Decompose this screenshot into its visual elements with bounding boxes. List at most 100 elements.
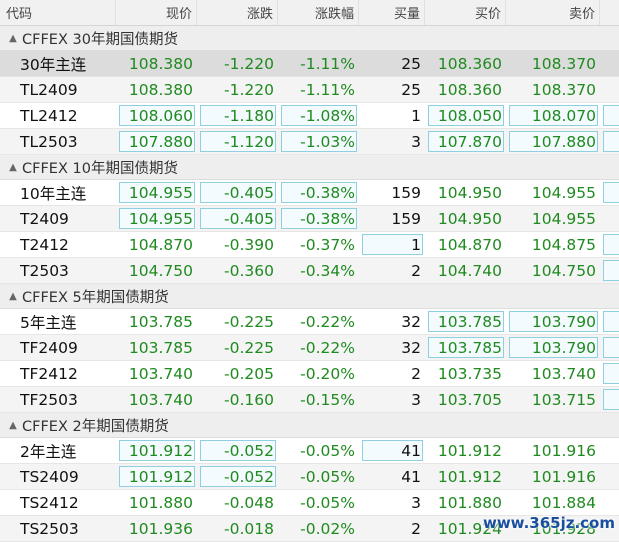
price-cell: 101.880 xyxy=(128,493,193,512)
change-pct-cell: -1.11% xyxy=(300,80,355,99)
change-cell: -0.052 xyxy=(224,441,274,460)
change-pct-cell: -0.38% xyxy=(300,183,355,202)
code-cell: TL2503 xyxy=(20,132,78,151)
flash-highlight xyxy=(603,234,619,255)
code-cell: TS2503 xyxy=(20,519,79,538)
group-title: CFFEX 5年期国债期货 xyxy=(22,289,169,306)
ask-cell: 104.955 xyxy=(531,183,596,202)
bid-vol-cell: 2 xyxy=(411,519,421,538)
change-cell: -0.225 xyxy=(224,338,274,357)
bid-vol-cell: 32 xyxy=(401,338,421,357)
col-header-change[interactable]: 涨跌 xyxy=(197,0,278,25)
table-row[interactable]: 2年主连 101.912 -0.052 -0.05% 41 101.912 101.916 xyxy=(0,438,619,464)
table-row[interactable]: 30年主连 108.380 -1.220 -1.11% 25 108.360 108.370 xyxy=(0,51,619,77)
table-row[interactable]: T2412 104.870 -0.390 -0.37% 1 104.870 104.875 xyxy=(0,232,619,258)
col-header-bid[interactable]: 买价 xyxy=(425,0,506,25)
price-cell: 108.380 xyxy=(128,80,193,99)
table-header: 代码 现价 涨跌 涨跌幅 买量 买价 卖价 xyxy=(0,0,619,26)
bid-cell: 104.950 xyxy=(437,183,502,202)
table-row[interactable]: TL2412 108.060 -1.180 -1.08% 1 108.050 108.070 xyxy=(0,103,619,129)
price-cell: 103.740 xyxy=(128,364,193,383)
ask-cell: 103.715 xyxy=(531,390,596,409)
bid-vol-cell: 41 xyxy=(401,467,421,486)
collapse-chevron-icon[interactable]: ▲ xyxy=(4,33,22,44)
table-row[interactable]: TL2503 107.880 -1.120 -1.03% 3 107.870 107.880 xyxy=(0,129,619,155)
col-header-code[interactable]: 代码 xyxy=(0,0,116,25)
table-row[interactable]: TS2412 101.880 -0.048 -0.05% 3 101.880 101.884 xyxy=(0,490,619,516)
bid-cell: 103.705 xyxy=(437,390,502,409)
col-header-price[interactable]: 现价 xyxy=(116,0,197,25)
table-body: ▲ CFFEX 30年期国债期货 30年主连 108.380 -1.220 -1.11% 2… xyxy=(0,26,619,542)
change-pct-cell: -0.05% xyxy=(300,441,355,460)
group-header[interactable]: ▲ CFFEX 2年期国债期货 xyxy=(0,413,619,438)
ask-cell: 104.955 xyxy=(531,209,596,228)
bid-vol-cell: 1 xyxy=(411,106,421,125)
ask-cell: 103.790 xyxy=(531,338,596,357)
bid-cell: 101.880 xyxy=(437,493,502,512)
table-row[interactable]: T2409 104.955 -0.405 -0.38% 159 104.950 104.95… xyxy=(0,206,619,232)
col-header-ask[interactable]: 卖价 xyxy=(506,0,600,25)
price-cell: 107.880 xyxy=(128,132,193,151)
bid-cell: 108.360 xyxy=(437,80,502,99)
ask-cell: 104.875 xyxy=(531,235,596,254)
change-pct-cell: -1.08% xyxy=(300,106,355,125)
collapse-chevron-icon[interactable]: ▲ xyxy=(4,291,22,302)
quote-table: 代码 现价 涨跌 涨跌幅 买量 买价 卖价 ▲ CFFEX 30年期国债期货 30年… xyxy=(0,0,619,542)
table-row[interactable]: TS2409 101.912 -0.052 -0.05% 41 101.912 101.91… xyxy=(0,464,619,490)
change-pct-cell: -1.11% xyxy=(300,54,355,73)
ask-cell: 108.370 xyxy=(531,54,596,73)
code-cell: T2503 xyxy=(20,261,69,280)
col-header-change-pct[interactable]: 涨跌幅 xyxy=(278,0,359,25)
change-pct-cell: -0.05% xyxy=(300,493,355,512)
change-cell: -0.225 xyxy=(224,312,274,331)
flash-highlight xyxy=(603,337,619,358)
table-row[interactable]: 5年主连 103.785 -0.225 -0.22% 32 103.785 103.790 xyxy=(0,309,619,335)
change-pct-cell: -0.34% xyxy=(300,261,355,280)
code-cell: T2412 xyxy=(20,235,69,254)
table-row[interactable]: TF2412 103.740 -0.205 -0.20% 2 103.735 103.740 xyxy=(0,361,619,387)
price-cell: 103.785 xyxy=(128,312,193,331)
flash-highlight xyxy=(603,105,619,126)
table-row[interactable]: TL2409 108.380 -1.220 -1.11% 25 108.360 108.37… xyxy=(0,77,619,103)
group-header[interactable]: ▲ CFFEX 5年期国债期货 xyxy=(0,284,619,309)
price-cell: 103.785 xyxy=(128,338,193,357)
change-cell: -1.180 xyxy=(224,106,274,125)
code-cell: TF2409 xyxy=(20,338,78,357)
bid-vol-cell: 25 xyxy=(401,80,421,99)
ask-cell: 101.916 xyxy=(531,441,596,460)
collapse-chevron-icon[interactable]: ▲ xyxy=(4,162,22,173)
col-header-bid-vol[interactable]: 买量 xyxy=(359,0,425,25)
table-row[interactable]: TF2503 103.740 -0.160 -0.15% 3 103.705 103.715 xyxy=(0,387,619,413)
price-cell: 104.750 xyxy=(128,261,193,280)
table-row[interactable]: T2503 104.750 -0.360 -0.34% 2 104.740 104.750 xyxy=(0,258,619,284)
ask-cell: 108.370 xyxy=(531,80,596,99)
bid-vol-cell: 159 xyxy=(391,209,421,228)
code-cell: 5年主连 xyxy=(20,313,77,332)
ask-cell: 103.740 xyxy=(531,364,596,383)
bid-cell: 104.740 xyxy=(437,261,502,280)
table-row[interactable]: 10年主连 104.955 -0.405 -0.38% 159 104.950 104.95… xyxy=(0,180,619,206)
price-cell: 108.060 xyxy=(128,106,193,125)
code-cell: TF2412 xyxy=(20,364,78,383)
change-pct-cell: -0.22% xyxy=(300,312,355,331)
flash-highlight xyxy=(603,389,619,410)
bid-cell: 104.950 xyxy=(437,209,502,228)
ask-cell: 103.790 xyxy=(531,312,596,331)
collapse-chevron-icon[interactable]: ▲ xyxy=(4,420,22,431)
group-header[interactable]: ▲ CFFEX 10年期国债期货 xyxy=(0,155,619,180)
code-cell: TL2412 xyxy=(20,106,78,125)
price-cell: 101.912 xyxy=(128,467,193,486)
change-cell: -0.405 xyxy=(224,209,274,228)
code-cell: TS2409 xyxy=(20,467,79,486)
change-cell: -0.048 xyxy=(224,493,274,512)
price-cell: 104.955 xyxy=(128,183,193,202)
bid-vol-cell: 2 xyxy=(411,364,421,383)
change-pct-cell: -0.20% xyxy=(300,364,355,383)
group-header[interactable]: ▲ CFFEX 30年期国债期货 xyxy=(0,26,619,51)
ask-cell: 108.070 xyxy=(531,106,596,125)
bid-vol-cell: 3 xyxy=(411,390,421,409)
bid-cell: 103.785 xyxy=(437,312,502,331)
code-cell: TL2409 xyxy=(20,80,78,99)
ask-cell: 101.916 xyxy=(531,467,596,486)
table-row[interactable]: TF2409 103.785 -0.225 -0.22% 32 103.785 103.79… xyxy=(0,335,619,361)
